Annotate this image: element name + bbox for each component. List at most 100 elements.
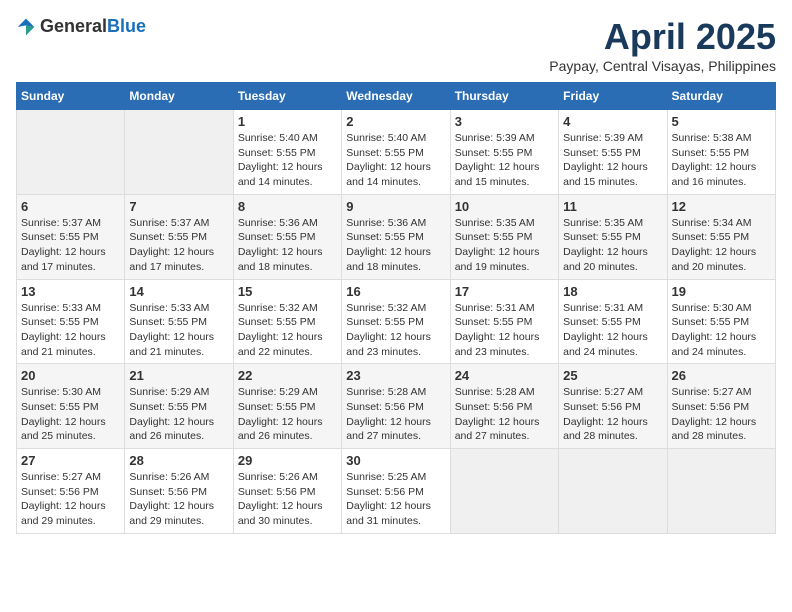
day-number: 6	[21, 199, 120, 214]
day-of-week-header: Sunday	[17, 83, 125, 110]
day-info: Sunrise: 5:34 AM Sunset: 5:55 PM Dayligh…	[672, 216, 771, 275]
day-number: 11	[563, 199, 662, 214]
day-number: 25	[563, 368, 662, 383]
calendar-cell	[17, 110, 125, 195]
logo-text-blue: Blue	[107, 16, 146, 36]
day-info: Sunrise: 5:30 AM Sunset: 5:55 PM Dayligh…	[21, 385, 120, 444]
day-info: Sunrise: 5:37 AM Sunset: 5:55 PM Dayligh…	[21, 216, 120, 275]
calendar-cell: 8 Sunrise: 5:36 AM Sunset: 5:55 PM Daylig…	[233, 194, 341, 279]
day-number: 4	[563, 114, 662, 129]
day-info: Sunrise: 5:36 AM Sunset: 5:55 PM Dayligh…	[346, 216, 445, 275]
day-number: 17	[455, 284, 554, 299]
calendar-table: SundayMondayTuesdayWednesdayThursdayFrid…	[16, 82, 776, 534]
calendar-cell: 21 Sunrise: 5:29 AM Sunset: 5:55 PM Dayli…	[125, 364, 233, 449]
day-number: 8	[238, 199, 337, 214]
calendar-cell: 27 Sunrise: 5:27 AM Sunset: 5:56 PM Dayli…	[17, 449, 125, 534]
calendar-cell: 18Sunrise: 5:31 AM Sunset: 5:55 PM Dayli…	[559, 279, 667, 364]
calendar-cell	[450, 449, 558, 534]
day-number: 10	[455, 199, 554, 214]
calendar-cell: 3 Sunrise: 5:39 AM Sunset: 5:55 PM Daylig…	[450, 110, 558, 195]
calendar-cell: 12 Sunrise: 5:34 AM Sunset: 5:55 PM Dayli…	[667, 194, 775, 279]
calendar-cell	[667, 449, 775, 534]
day-info: Sunrise: 5:40 AM Sunset: 5:55 PM Dayligh…	[346, 131, 445, 190]
calendar-cell: 26 Sunrise: 5:27 AM Sunset: 5:56 PM Dayli…	[667, 364, 775, 449]
calendar-week-row: 1 Sunrise: 5:40 AM Sunset: 5:55 PM Daylig…	[17, 110, 776, 195]
page-header: GeneralBlue April 2025 Paypay, Central V…	[16, 16, 776, 74]
day-info: Sunrise: 5:37 AM Sunset: 5:55 PM Dayligh…	[129, 216, 228, 275]
title-block: April 2025 Paypay, Central Visayas, Phil…	[549, 16, 776, 74]
day-number: 24	[455, 368, 554, 383]
day-of-week-header: Thursday	[450, 83, 558, 110]
day-of-week-header: Saturday	[667, 83, 775, 110]
calendar-header-row: SundayMondayTuesdayWednesdayThursdayFrid…	[17, 83, 776, 110]
day-number: 28	[129, 453, 228, 468]
day-info: Sunrise: 5:32 AM Sunset: 5:55 PM Dayligh…	[238, 301, 337, 360]
calendar-week-row: 13 Sunrise: 5:33 AM Sunset: 5:55 PM Dayli…	[17, 279, 776, 364]
day-info: Sunrise: 5:39 AM Sunset: 5:55 PM Dayligh…	[563, 131, 662, 190]
day-info: Sunrise: 5:30 AM Sunset: 5:55 PM Dayligh…	[672, 301, 771, 360]
day-info: Sunrise: 5:38 AM Sunset: 5:55 PM Dayligh…	[672, 131, 771, 190]
day-number: 9	[346, 199, 445, 214]
calendar-cell: 17Sunrise: 5:31 AM Sunset: 5:55 PM Dayli…	[450, 279, 558, 364]
day-of-week-header: Monday	[125, 83, 233, 110]
calendar-cell: 25 Sunrise: 5:27 AM Sunset: 5:56 PM Dayli…	[559, 364, 667, 449]
logo-text-general: General	[40, 16, 107, 36]
day-info: Sunrise: 5:28 AM Sunset: 5:56 PM Dayligh…	[346, 385, 445, 444]
calendar-cell: 24 Sunrise: 5:28 AM Sunset: 5:56 PM Dayli…	[450, 364, 558, 449]
day-info: Sunrise: 5:29 AM Sunset: 5:55 PM Dayligh…	[129, 385, 228, 444]
calendar-cell: 14 Sunrise: 5:33 AM Sunset: 5:55 PM Dayli…	[125, 279, 233, 364]
calendar-cell: 7Sunrise: 5:37 AM Sunset: 5:55 PM Daylig…	[125, 194, 233, 279]
day-of-week-header: Friday	[559, 83, 667, 110]
day-info: Sunrise: 5:33 AM Sunset: 5:55 PM Dayligh…	[129, 301, 228, 360]
day-number: 27	[21, 453, 120, 468]
day-number: 5	[672, 114, 771, 129]
day-info: Sunrise: 5:33 AM Sunset: 5:55 PM Dayligh…	[21, 301, 120, 360]
calendar-cell: 22 Sunrise: 5:29 AM Sunset: 5:55 PM Dayli…	[233, 364, 341, 449]
day-number: 26	[672, 368, 771, 383]
day-number: 19	[672, 284, 771, 299]
day-number: 21	[129, 368, 228, 383]
day-info: Sunrise: 5:26 AM Sunset: 5:56 PM Dayligh…	[129, 470, 228, 529]
calendar-week-row: 20Sunrise: 5:30 AM Sunset: 5:55 PM Dayli…	[17, 364, 776, 449]
day-number: 13	[21, 284, 120, 299]
calendar-cell: 15 Sunrise: 5:32 AM Sunset: 5:55 PM Dayli…	[233, 279, 341, 364]
day-info: Sunrise: 5:27 AM Sunset: 5:56 PM Dayligh…	[672, 385, 771, 444]
day-number: 12	[672, 199, 771, 214]
logo: GeneralBlue	[16, 16, 146, 37]
day-number: 23	[346, 368, 445, 383]
day-number: 14	[129, 284, 228, 299]
calendar-cell: 13 Sunrise: 5:33 AM Sunset: 5:55 PM Dayli…	[17, 279, 125, 364]
calendar-week-row: 27 Sunrise: 5:27 AM Sunset: 5:56 PM Dayli…	[17, 449, 776, 534]
day-info: Sunrise: 5:27 AM Sunset: 5:56 PM Dayligh…	[21, 470, 120, 529]
day-info: Sunrise: 5:29 AM Sunset: 5:55 PM Dayligh…	[238, 385, 337, 444]
day-info: Sunrise: 5:27 AM Sunset: 5:56 PM Dayligh…	[563, 385, 662, 444]
day-number: 15	[238, 284, 337, 299]
calendar-cell: 23 Sunrise: 5:28 AM Sunset: 5:56 PM Dayli…	[342, 364, 450, 449]
calendar-cell: 4 Sunrise: 5:39 AM Sunset: 5:55 PM Daylig…	[559, 110, 667, 195]
main-title: April 2025	[549, 16, 776, 58]
day-info: Sunrise: 5:35 AM Sunset: 5:55 PM Dayligh…	[455, 216, 554, 275]
calendar-cell	[559, 449, 667, 534]
day-number: 22	[238, 368, 337, 383]
day-info: Sunrise: 5:31 AM Sunset: 5:55 PM Dayligh…	[563, 301, 662, 360]
day-info: Sunrise: 5:28 AM Sunset: 5:56 PM Dayligh…	[455, 385, 554, 444]
calendar-cell: 5 Sunrise: 5:38 AM Sunset: 5:55 PM Daylig…	[667, 110, 775, 195]
day-number: 3	[455, 114, 554, 129]
calendar-cell: 29Sunrise: 5:26 AM Sunset: 5:56 PM Dayli…	[233, 449, 341, 534]
calendar-cell: 28 Sunrise: 5:26 AM Sunset: 5:56 PM Dayli…	[125, 449, 233, 534]
day-number: 1	[238, 114, 337, 129]
day-number: 30	[346, 453, 445, 468]
day-number: 16	[346, 284, 445, 299]
day-info: Sunrise: 5:26 AM Sunset: 5:56 PM Dayligh…	[238, 470, 337, 529]
calendar-cell: 11Sunrise: 5:35 AM Sunset: 5:55 PM Dayli…	[559, 194, 667, 279]
day-info: Sunrise: 5:32 AM Sunset: 5:55 PM Dayligh…	[346, 301, 445, 360]
calendar-cell: 10 Sunrise: 5:35 AM Sunset: 5:55 PM Dayli…	[450, 194, 558, 279]
calendar-cell: 20Sunrise: 5:30 AM Sunset: 5:55 PM Dayli…	[17, 364, 125, 449]
calendar-cell: 2 Sunrise: 5:40 AM Sunset: 5:55 PM Daylig…	[342, 110, 450, 195]
day-info: Sunrise: 5:36 AM Sunset: 5:55 PM Dayligh…	[238, 216, 337, 275]
day-of-week-header: Wednesday	[342, 83, 450, 110]
day-info: Sunrise: 5:39 AM Sunset: 5:55 PM Dayligh…	[455, 131, 554, 190]
calendar-cell: 1Sunrise: 5:40 AM Sunset: 5:55 PM Daylig…	[233, 110, 341, 195]
logo-icon	[16, 17, 36, 37]
day-number: 2	[346, 114, 445, 129]
